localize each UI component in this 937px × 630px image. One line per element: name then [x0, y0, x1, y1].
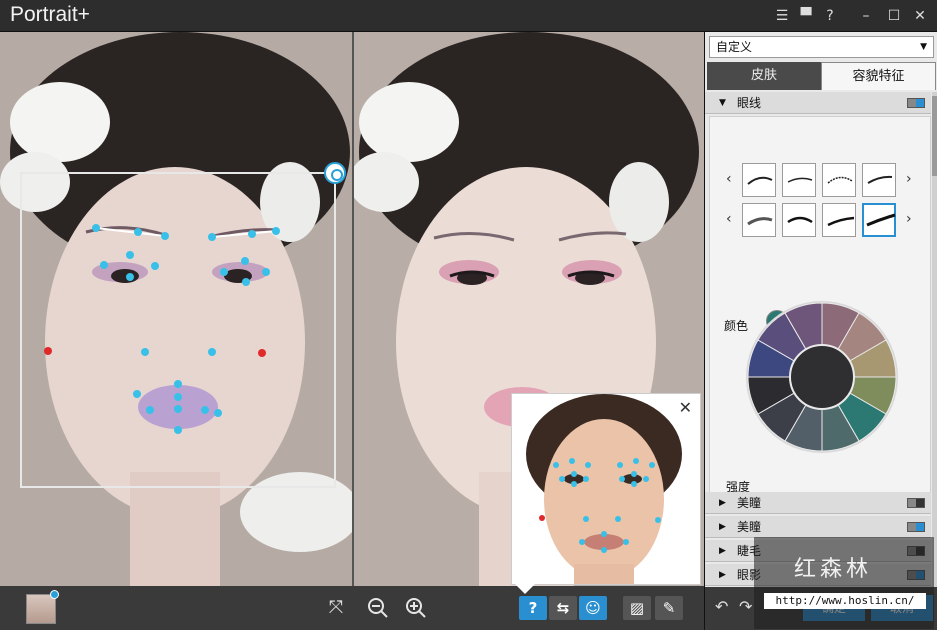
face-bounding-box[interactable] [20, 172, 336, 488]
chevron-left-icon[interactable]: ‹ [726, 211, 732, 227]
face-landmarks-button[interactable]: ☺ [579, 596, 607, 620]
minimize-button[interactable]: – [856, 6, 876, 26]
eyeliner-style-7[interactable] [822, 203, 856, 237]
collapse-triangle-icon: ▼ [719, 98, 726, 108]
eraser-tool-button[interactable]: ▨ [623, 596, 651, 620]
eyeliner-style-4[interactable] [862, 163, 896, 197]
title-bar: Portrait+ ☰ ▀ ? – ☐ ✕ [0, 0, 937, 32]
color-wheel[interactable] [744, 299, 900, 455]
rotate-handle[interactable] [324, 162, 346, 184]
brush-tool-button[interactable]: ✎ [655, 596, 683, 620]
scrollbar-thumb[interactable] [932, 96, 937, 176]
fit-screen-icon[interactable]: ⤧ [324, 596, 348, 620]
section-label: 美瞳 [737, 496, 762, 510]
thumbnail-status-dot [50, 590, 59, 599]
section-label: 美瞳 [737, 520, 762, 534]
original-image-pane[interactable] [0, 32, 352, 586]
section-header[interactable]: ▶ 美瞳 [705, 492, 931, 514]
eyeliner-style-2[interactable] [782, 163, 816, 197]
expand-triangle-icon: ▶ [719, 570, 726, 580]
watermark: 红森林 http://www.hoslin.cn/ [754, 537, 934, 629]
help-guide-button[interactable]: ? [519, 596, 547, 620]
section-eyeliner-label: 眼线 [737, 96, 762, 110]
tab-skin[interactable]: 皮肤 [707, 62, 821, 90]
preset-dropdown[interactable]: 自定义 ▼ [709, 36, 934, 58]
section-header[interactable]: ▶ 美瞳 [705, 516, 931, 538]
chevron-right-icon[interactable]: › [906, 211, 912, 227]
tab-facial-features[interactable]: 容貌特征 [821, 62, 936, 90]
section-toggle[interactable] [907, 522, 925, 532]
comment-icon[interactable]: ▀ [796, 6, 816, 26]
eyeliner-style-5[interactable] [742, 203, 776, 237]
expand-triangle-icon: ▶ [719, 522, 726, 532]
watermark-brand: 红森林 [794, 557, 873, 582]
panel-tabs: 皮肤 容貌特征 [705, 62, 937, 90]
app-title: Portrait+ [10, 3, 90, 26]
section-toggle[interactable] [907, 498, 925, 508]
eyeliner-style-1[interactable] [742, 163, 776, 197]
help-icon[interactable]: ? [820, 6, 840, 26]
guide-face-image [512, 394, 700, 584]
eyeliner-style-6[interactable] [782, 203, 816, 237]
eyeliner-toggle[interactable] [907, 98, 925, 108]
landmark-guide-popup: ✕ [511, 393, 701, 585]
zoom-in-icon[interactable] [404, 596, 428, 620]
eyeliner-style-8[interactable] [862, 203, 896, 237]
section-eyeliner-header[interactable]: ▼ 眼线 [705, 92, 931, 114]
bottom-toolbar: ⤧ ? ⇆ ☺ ▨ ✎ [0, 586, 704, 630]
expand-triangle-icon: ▶ [719, 546, 726, 556]
watermark-url: http://www.hoslin.cn/ [764, 593, 926, 609]
guide-close-icon[interactable]: ✕ [679, 398, 692, 417]
chevron-right-icon[interactable]: › [906, 171, 912, 187]
preset-value: 自定义 [716, 40, 753, 54]
portrait-plus-app: Portrait+ ☰ ▀ ? – ☐ ✕ ⤧ ? ⇆ ☺ ▨ ✎ ✕ 自定义 … [0, 0, 937, 630]
undo-icon[interactable]: ↶ [715, 597, 728, 616]
redo-icon[interactable]: ↷ [739, 597, 752, 616]
zoom-out-icon[interactable] [366, 596, 390, 620]
chevron-down-icon: ▼ [920, 42, 927, 52]
close-button[interactable]: ✕ [910, 6, 930, 26]
chevron-left-icon[interactable]: ‹ [726, 171, 732, 187]
maximize-button[interactable]: ☐ [884, 6, 904, 26]
eyeliner-content: ‹ › ‹ › 颜色 强度 [709, 116, 931, 508]
list-icon[interactable]: ☰ [772, 6, 792, 26]
expand-triangle-icon: ▶ [719, 498, 726, 508]
guide-pointer [515, 584, 535, 594]
eyeliner-style-3[interactable] [822, 163, 856, 197]
swap-view-button[interactable]: ⇆ [549, 596, 577, 620]
